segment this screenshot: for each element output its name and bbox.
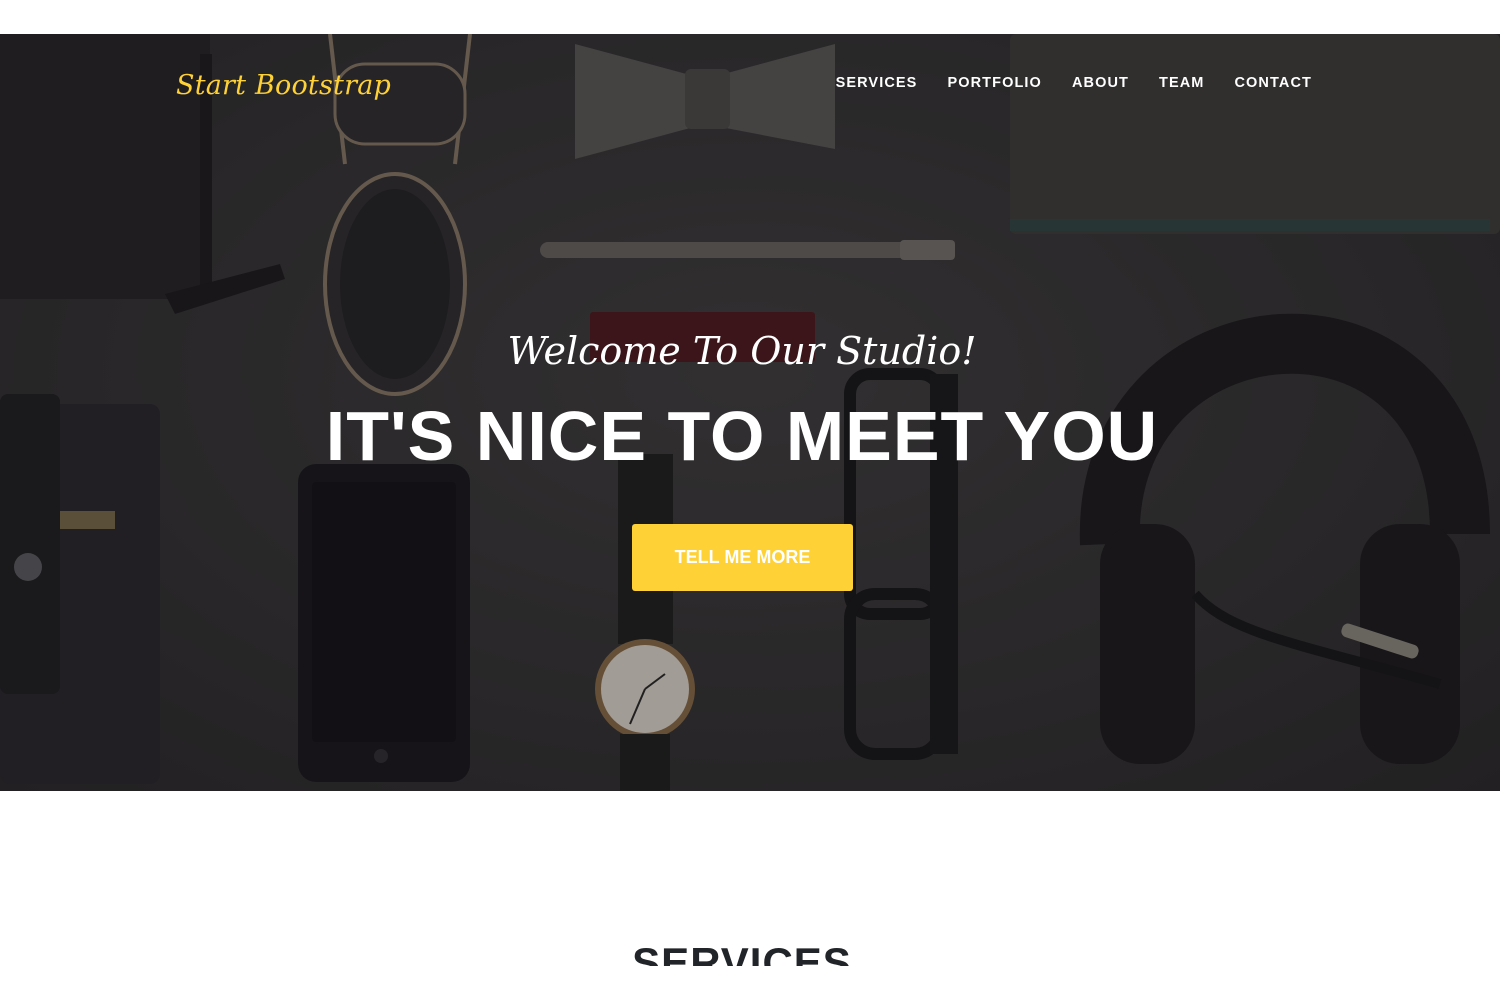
page: Start Bootstrap SERVICES PORTFOLIO ABOUT… xyxy=(0,0,1500,1000)
nav-item-services[interactable]: SERVICES xyxy=(836,75,918,91)
nav-item-portfolio[interactable]: PORTFOLIO xyxy=(947,75,1041,91)
nav-item-contact[interactable]: CONTACT xyxy=(1234,75,1312,91)
services-heading: SERVICES xyxy=(632,939,852,966)
brand-logo[interactable]: Start Bootstrap xyxy=(176,70,391,101)
tell-me-more-button[interactable]: TELL ME MORE xyxy=(632,524,853,591)
hero-section: Start Bootstrap SERVICES PORTFOLIO ABOUT… xyxy=(0,34,1500,791)
main-nav: SERVICES PORTFOLIO ABOUT TEAM CONTACT xyxy=(836,75,1312,91)
nav-item-about[interactable]: ABOUT xyxy=(1072,75,1129,91)
hero-lead-in: Welcome To Our Studio! xyxy=(507,329,977,373)
nav-item-team[interactable]: TEAM xyxy=(1159,75,1204,91)
hero-heading: IT'S NICE TO MEET YOU xyxy=(325,397,1159,475)
